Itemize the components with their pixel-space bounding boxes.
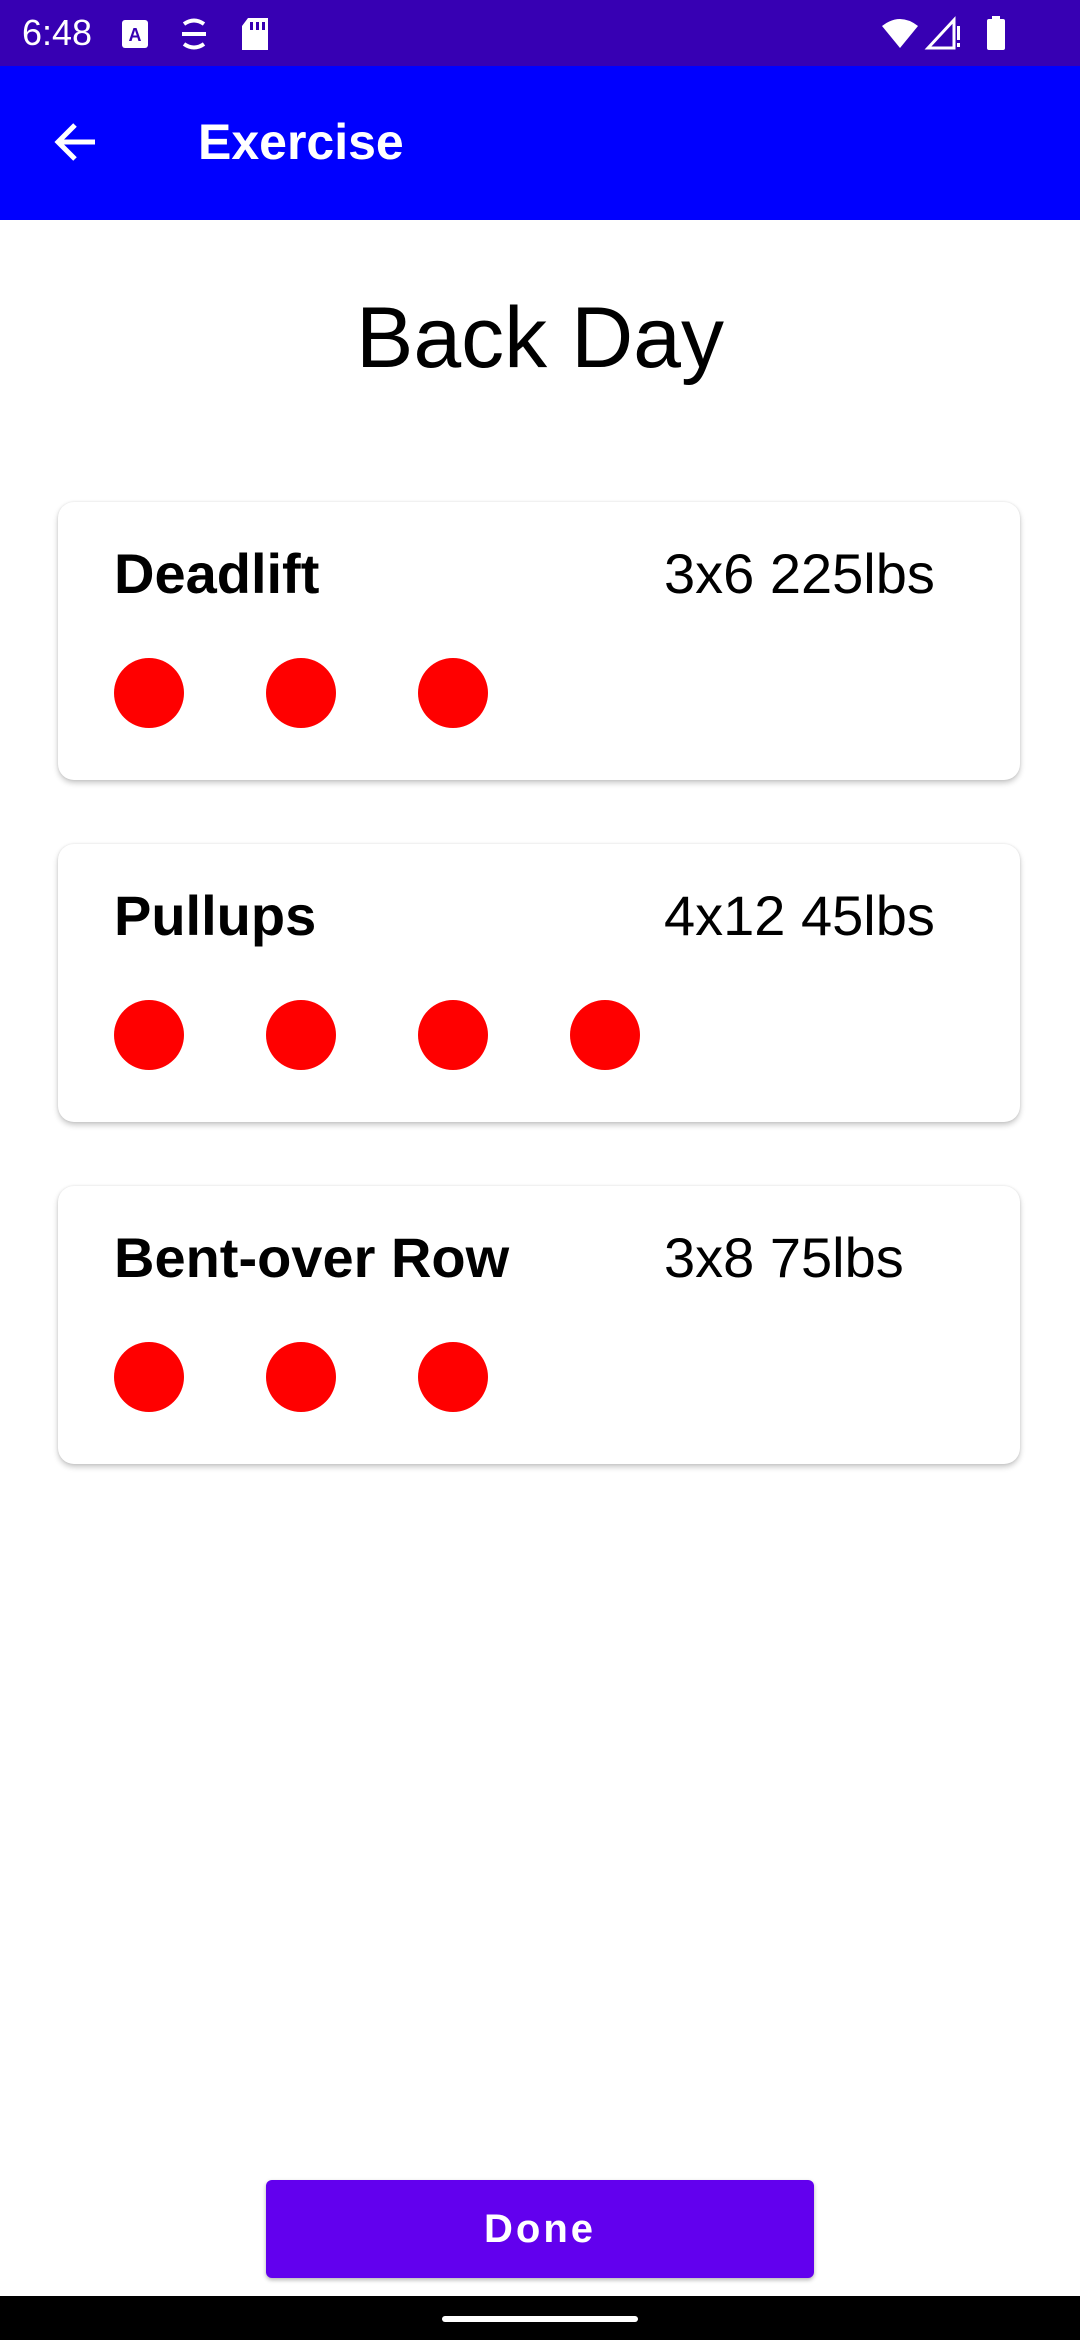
workout-title: Back Day: [355, 290, 725, 386]
exercise-detail: 4x12 45lbs: [664, 884, 935, 947]
battery-icon: [976, 14, 1016, 54]
set-button[interactable]: [570, 1000, 640, 1070]
exercise-name: Bent-over Row: [114, 1226, 510, 1289]
set-button[interactable]: [418, 658, 488, 728]
exercise-name: Deadlift: [114, 542, 320, 605]
exercise-detail: 3x8 75lbs: [664, 1226, 904, 1289]
set-button[interactable]: [114, 658, 184, 728]
exercise-detail: 3x6 225lbs: [664, 542, 935, 605]
set-button[interactable]: [266, 1342, 336, 1412]
set-button[interactable]: [418, 1000, 488, 1070]
home-handle[interactable]: [442, 2316, 638, 2322]
exercise-card-pullups: Pullups 4x12 45lbs: [58, 844, 1020, 1122]
app-bar: Exercise: [0, 66, 1080, 220]
exercise-card-bent-over-row: Bent-over Row 3x8 75lbs: [58, 1186, 1020, 1464]
accessibility-icon: [174, 14, 214, 54]
exercise-name: Pullups: [114, 884, 317, 947]
set-button[interactable]: [418, 1342, 488, 1412]
sd-card-icon: [236, 14, 276, 54]
done-button[interactable]: Done: [266, 2180, 814, 2278]
set-button[interactable]: [266, 1000, 336, 1070]
navigation-bar: [0, 2296, 1080, 2340]
arrow-back-icon: [51, 117, 101, 172]
set-button[interactable]: [114, 1342, 184, 1412]
set-button[interactable]: [114, 1000, 184, 1070]
wifi-icon: [880, 14, 920, 54]
keyboard-a-icon: A: [116, 14, 156, 54]
set-button[interactable]: [266, 658, 336, 728]
page-title: Exercise: [198, 114, 404, 170]
status-bar: 6:48 A: [0, 0, 1080, 66]
back-button[interactable]: [36, 104, 116, 184]
status-time: 6:48: [22, 12, 93, 53]
svg-text:A: A: [129, 25, 142, 45]
exercise-card-deadlift: Deadlift 3x6 225lbs: [58, 502, 1020, 780]
signal-icon: [924, 14, 964, 54]
